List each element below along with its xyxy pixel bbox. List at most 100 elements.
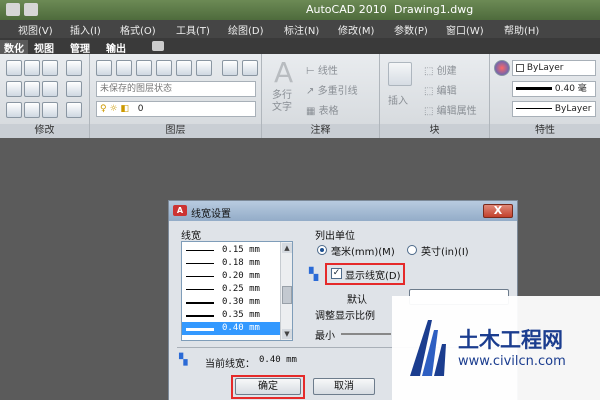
insert-label[interactable]: 插入	[388, 92, 408, 107]
lineweight-list-item[interactable]: 0.40 mm	[182, 322, 282, 335]
layer-properties-icon[interactable]	[96, 60, 112, 76]
text-a-icon[interactable]: A	[274, 56, 293, 89]
copy-icon[interactable]	[6, 81, 22, 97]
display-lineweight-checkbox[interactable]: ✓	[331, 268, 342, 279]
annotation-panel-label[interactable]: 注释	[262, 124, 379, 138]
lineweight-list-item[interactable]: 0.18 mm	[182, 257, 282, 270]
color-swatch	[516, 63, 524, 72]
stretch-icon[interactable]	[6, 102, 22, 118]
layer-icon[interactable]	[136, 60, 152, 76]
layer-icon[interactable]	[196, 60, 212, 76]
menu-parametric[interactable]: 参数(P)	[394, 22, 428, 37]
list-scrollbar[interactable]: ▲ ▼	[280, 242, 292, 340]
menu-tools[interactable]: 工具(T)	[176, 22, 210, 37]
explode-icon[interactable]	[66, 81, 82, 97]
layer-icon[interactable]	[242, 60, 258, 76]
lineweight-list-item[interactable]: 0.30 mm	[182, 296, 282, 309]
insert-block-icon[interactable]	[388, 62, 412, 86]
scroll-thumb[interactable]	[282, 286, 292, 304]
lineweight-list-item[interactable]: 0.15 mm	[182, 244, 282, 257]
unit-inch-label[interactable]: 英寸(in)(I)	[421, 243, 469, 258]
lineweight-sample	[186, 302, 214, 304]
ok-button[interactable]: 确定	[235, 378, 301, 395]
menu-insert[interactable]: 插入(I)	[70, 22, 101, 37]
trim-icon[interactable]	[42, 60, 58, 76]
edit-block-button[interactable]: ⬚ 编辑	[424, 82, 457, 97]
color-wheel-icon[interactable]	[494, 60, 510, 76]
modify-panel-label[interactable]: 修改	[0, 124, 89, 138]
lineweight-sample	[186, 263, 214, 264]
fillet-icon[interactable]	[42, 81, 58, 97]
lineweight-list-item[interactable]: 0.35 mm	[182, 309, 282, 322]
scroll-up-icon[interactable]: ▲	[282, 243, 292, 253]
print-icon[interactable]	[24, 3, 38, 16]
tab-manage[interactable]: 管理	[70, 40, 90, 55]
layers-panel-label[interactable]: 图层	[90, 124, 261, 138]
scale-icon[interactable]	[24, 102, 40, 118]
annotation-panel: A 多行文字 ⊢ 线性 ↗ 多重引线 ▦ 表格 注释	[262, 54, 380, 138]
layer-state-combo[interactable]: 未保存的图层状态	[96, 81, 256, 97]
lightbulb-icon: ♀ ☼ ◧	[100, 104, 129, 114]
display-lineweight-label[interactable]: 显示线宽(D)	[345, 267, 401, 282]
lineweight-list-item[interactable]: 0.25 mm	[182, 283, 282, 296]
layer-icon[interactable]	[222, 60, 238, 76]
unit-inch-radio[interactable]	[407, 245, 417, 255]
ribbon-minimize-icon[interactable]	[152, 41, 164, 51]
display-scale-slider[interactable]	[341, 333, 391, 335]
layer-icon[interactable]	[176, 60, 192, 76]
menu-modify[interactable]: 修改(M)	[338, 22, 374, 37]
erase-icon[interactable]	[66, 60, 82, 76]
menu-bar: 视图(V) 插入(I) 格式(O) 工具(T) 绘图(D) 标注(N) 修改(M…	[0, 20, 600, 38]
linear-dimension-button[interactable]: ⊢ 线性	[306, 62, 338, 77]
modify-panel: 修改	[0, 54, 90, 138]
lineweights-label: 线宽	[181, 231, 201, 242]
table-button[interactable]: ▦ 表格	[306, 102, 339, 117]
unit-mm-radio[interactable]	[317, 245, 327, 255]
linear-label: 线性	[317, 66, 338, 77]
offset-icon[interactable]	[66, 102, 82, 118]
close-button[interactable]: X	[483, 204, 513, 218]
menu-window[interactable]: 窗口(W)	[446, 22, 484, 37]
multileader-button[interactable]: ↗ 多重引线	[306, 82, 358, 97]
dialog-title-bar[interactable]: A 线宽设置 X	[169, 201, 517, 221]
tab-home[interactable]: 数化	[0, 40, 28, 55]
edit-attributes-button[interactable]: ⬚ 编辑属性	[424, 102, 477, 117]
ribbon: 修改 未保存的图层状态 ♀ ☼ ◧ 0 图层 A 多行文字 ⊢ 线性 ↗ 多重引…	[0, 54, 600, 138]
watermark-url: www.civilcn.com	[458, 354, 566, 369]
color-combo[interactable]: ByLayer	[512, 60, 596, 76]
adjust-scale-label: 调整显示比例	[315, 311, 375, 322]
move-icon[interactable]	[6, 60, 22, 76]
current-layer-combo[interactable]: ♀ ☼ ◧ 0	[96, 101, 256, 117]
lineweight-list-item[interactable]: 0.20 mm	[182, 270, 282, 283]
menu-dimension[interactable]: 标注(N)	[284, 22, 319, 37]
lineweight-value: 0.15 mm	[222, 245, 260, 255]
layer-icon[interactable]	[116, 60, 132, 76]
tab-view[interactable]: 视图	[34, 40, 54, 55]
rotate-icon[interactable]	[24, 60, 40, 76]
scroll-down-icon[interactable]: ▼	[282, 329, 292, 339]
menu-format[interactable]: 格式(O)	[120, 22, 156, 37]
properties-panel-label[interactable]: 特性	[490, 124, 600, 138]
lineweight-icon: ▚	[309, 267, 319, 281]
menu-help[interactable]: 帮助(H)	[504, 22, 539, 37]
tab-output[interactable]: 输出	[106, 40, 126, 55]
create-block-button[interactable]: ⬚ 创建	[424, 62, 457, 77]
block-panel-label[interactable]: 块	[380, 124, 489, 138]
linetype-combo[interactable]: ByLayer	[512, 101, 596, 117]
cancel-button[interactable]: 取消	[313, 378, 375, 395]
lineweight-value: 0.25 mm	[222, 284, 260, 294]
mirror-icon[interactable]	[24, 81, 40, 97]
lineweight-list[interactable]: 0.15 mm 0.18 mm 0.20 mm 0.25 mm 0.30 mm 0.35 …	[181, 241, 293, 341]
dropdown-icon[interactable]	[6, 3, 20, 16]
layer-icon[interactable]	[156, 60, 172, 76]
linear-icon: ⊢	[306, 66, 315, 77]
menu-draw[interactable]: 绘图(D)	[228, 22, 264, 37]
menu-view[interactable]: 视图(V)	[18, 22, 53, 37]
lineweight-combo[interactable]: 0.40 毫	[512, 81, 596, 97]
array-icon[interactable]	[42, 102, 58, 118]
units-label: 列出单位	[315, 231, 355, 242]
multiline-text-label[interactable]: 多行文字	[272, 90, 296, 114]
linetype-sample	[516, 108, 552, 109]
unit-mm-label[interactable]: 毫米(mm)(M)	[331, 243, 395, 258]
current-layer-name: 0	[137, 104, 144, 114]
